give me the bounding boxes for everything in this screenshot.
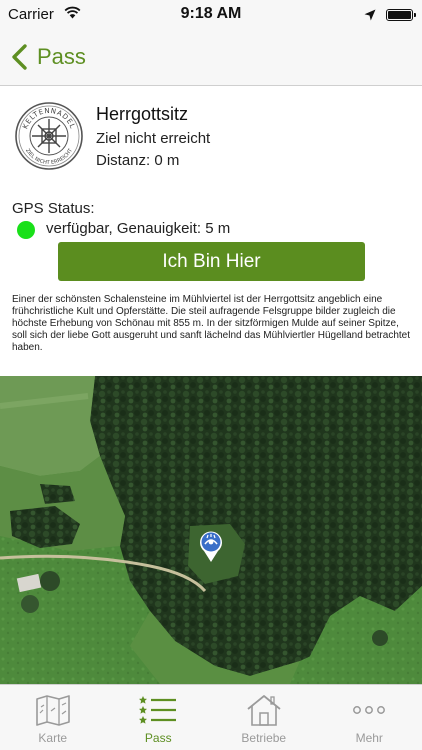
gps-status-value: verfügbar, Genauigkeit: 5 m: [46, 220, 231, 237]
distance-label: Distanz:: [96, 152, 151, 169]
clock: 9:18 AM: [180, 5, 242, 22]
location-title: Herrgottsitz: [96, 104, 189, 124]
back-button-label: Pass: [37, 44, 86, 69]
back-button[interactable]: Pass: [8, 40, 86, 74]
location-arrow-icon: [364, 8, 376, 26]
house-icon: [247, 695, 281, 726]
battery-icon: [386, 9, 416, 21]
stamp-badge: KELTENNADEL ZIEL NICHT ERREICHT: [14, 101, 84, 171]
tab-bar: Karte Pass Betriebe Mehr: [0, 684, 422, 750]
tab-karte[interactable]: Karte: [0, 685, 106, 750]
tab-label: Pass: [144, 731, 172, 745]
distance-value: 0 m: [154, 152, 180, 169]
tab-mehr[interactable]: Mehr: [317, 685, 422, 750]
navigation-bar: Pass: [0, 30, 422, 86]
status-bar: Carrier 9:18 AM: [0, 0, 422, 30]
chevron-left-icon: [12, 44, 27, 70]
more-dots-icon: [353, 706, 386, 714]
tab-label: Karte: [38, 731, 68, 745]
tab-label: Betriebe: [241, 731, 287, 745]
tab-pass[interactable]: Pass: [106, 685, 212, 750]
location-description: Einer der schönsten Schalensteine im Müh…: [12, 294, 411, 353]
distance-row: Distanz: 0 m: [96, 152, 179, 169]
tab-label: Mehr: [355, 731, 383, 745]
check-in-button[interactable]: Ich Bin Hier: [58, 242, 365, 281]
map-icon: [35, 695, 70, 726]
star-list-icon: [139, 696, 177, 724]
gps-status-label: GPS Status:: [12, 200, 95, 217]
map-pin-icon[interactable]: [196, 527, 226, 563]
tab-betriebe[interactable]: Betriebe: [211, 685, 317, 750]
goal-status: Ziel nicht erreicht: [96, 130, 211, 147]
gps-indicator-dot: [17, 221, 35, 239]
